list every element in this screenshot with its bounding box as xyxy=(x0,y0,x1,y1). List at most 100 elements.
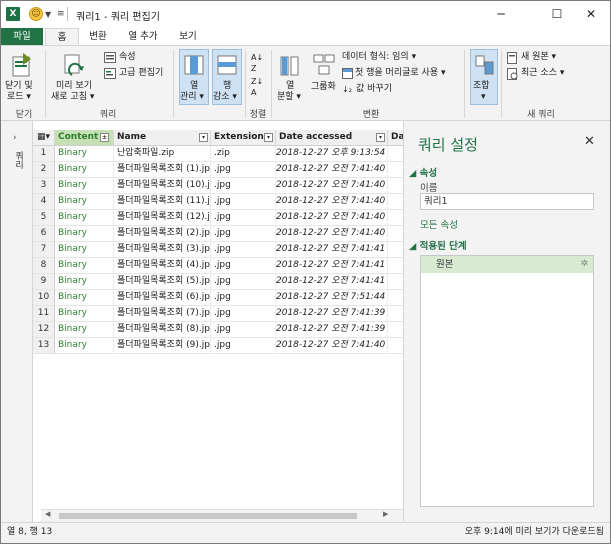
row-number[interactable]: 2 xyxy=(33,162,55,178)
row-number[interactable]: 11 xyxy=(33,306,55,322)
cell-name[interactable]: 폴더파일목록조회 (11).jpg xyxy=(114,194,211,210)
cell-truncated[interactable] xyxy=(388,338,403,354)
smile-feedback-icon[interactable]: ☺ xyxy=(29,7,43,21)
cell-content[interactable]: Binary xyxy=(55,178,114,194)
cell-content[interactable]: Binary xyxy=(55,226,114,242)
expand-column-icon[interactable]: ± xyxy=(100,133,109,142)
cell-truncated[interactable] xyxy=(388,306,403,322)
customize-toolbar-icon[interactable]: ≡ xyxy=(57,9,65,19)
cell-content[interactable]: Binary xyxy=(55,338,114,354)
cell-extension[interactable]: .jpg xyxy=(211,258,276,274)
cell-content[interactable]: Binary xyxy=(55,274,114,290)
cell-truncated[interactable] xyxy=(388,210,403,226)
cell-extension[interactable]: .jpg xyxy=(211,210,276,226)
row-number[interactable]: 10 xyxy=(33,290,55,306)
scroll-right-icon[interactable]: ▶ xyxy=(383,510,388,518)
cell-extension[interactable]: .jpg xyxy=(211,322,276,338)
cell-truncated[interactable] xyxy=(388,146,403,162)
cell-date-accessed[interactable]: 2018-12-27 오전 7:41:41 xyxy=(276,242,388,258)
all-properties-link[interactable]: 모든 속성 xyxy=(420,217,458,231)
cell-date-accessed[interactable]: 2018-12-27 오전 7:41:39 xyxy=(276,306,388,322)
applied-steps-header[interactable]: ◢ 적용된 단계 xyxy=(409,238,467,252)
filter-dropdown-icon[interactable]: ▾ xyxy=(199,133,208,142)
cell-truncated[interactable] xyxy=(388,274,403,290)
cell-extension[interactable]: .jpg xyxy=(211,226,276,242)
cell-name[interactable]: 난압축파일.zip xyxy=(114,146,211,162)
cell-date-accessed[interactable]: 2018-12-27 오전 7:41:40 xyxy=(276,162,388,178)
cell-name[interactable]: 폴더파일목록조회 (10).jpg xyxy=(114,178,211,194)
cell-date-accessed[interactable]: 2018-12-27 오전 7:41:40 xyxy=(276,338,388,354)
cell-extension[interactable]: .jpg xyxy=(211,274,276,290)
filter-dropdown-icon[interactable]: ▾ xyxy=(376,133,385,142)
scroll-left-icon[interactable]: ◀ xyxy=(45,510,50,518)
row-number[interactable]: 7 xyxy=(33,242,55,258)
cell-truncated[interactable] xyxy=(388,322,403,338)
tab-home[interactable]: 홈 xyxy=(45,28,79,45)
cell-truncated[interactable] xyxy=(388,194,403,210)
cell-extension[interactable]: .jpg xyxy=(211,194,276,210)
cell-truncated[interactable] xyxy=(388,290,403,306)
reduce-rows-button[interactable]: 행 감소 ▾ xyxy=(212,49,242,105)
cell-name[interactable]: 폴더파일목록조회 (9).jpg xyxy=(114,338,211,354)
cell-name[interactable]: 폴더파일목록조회 (1).jpg xyxy=(114,162,211,178)
cell-date-accessed[interactable]: 2018-12-27 오후 9:13:54 xyxy=(276,146,388,162)
column-header-date-truncated[interactable]: Da xyxy=(388,130,403,146)
cell-name[interactable]: 폴더파일목록조회 (12).jpg xyxy=(114,210,211,226)
row-number[interactable]: 12 xyxy=(33,322,55,338)
cell-content[interactable]: Binary xyxy=(55,194,114,210)
filter-dropdown-icon[interactable]: ▾ xyxy=(264,133,273,142)
horizontal-scrollbar[interactable]: ◀ ▶ xyxy=(41,509,403,522)
tab-add-column[interactable]: 열 추가 xyxy=(121,28,165,45)
cell-truncated[interactable] xyxy=(388,226,403,242)
cell-content[interactable]: Binary xyxy=(55,210,114,226)
cell-extension[interactable]: .jpg xyxy=(211,306,276,322)
cell-extension[interactable]: .jpg xyxy=(211,242,276,258)
cell-truncated[interactable] xyxy=(388,242,403,258)
tab-transform[interactable]: 변환 xyxy=(81,28,115,45)
row-number[interactable]: 3 xyxy=(33,178,55,194)
column-header-date-accessed[interactable]: Date accessed ▾ xyxy=(276,130,388,146)
row-number[interactable]: 4 xyxy=(33,194,55,210)
gear-icon[interactable]: ✲ xyxy=(580,256,588,273)
cell-name[interactable]: 폴더파일목록조회 (4).jpg xyxy=(114,258,211,274)
cell-name[interactable]: 폴더파일목록조회 (8).jpg xyxy=(114,322,211,338)
minimize-button[interactable]: ─ xyxy=(481,1,521,28)
cell-date-accessed[interactable]: 2018-12-27 오전 7:41:40 xyxy=(276,210,388,226)
query-name-field[interactable]: 쿼리1 xyxy=(420,193,594,210)
cell-truncated[interactable] xyxy=(388,162,403,178)
row-number[interactable]: 1 xyxy=(33,146,55,162)
column-header-name[interactable]: Name ▾ xyxy=(114,130,211,146)
cell-date-accessed[interactable]: 2018-12-27 오전 7:41:40 xyxy=(276,178,388,194)
cell-name[interactable]: 폴더파일목록조회 (7).jpg xyxy=(114,306,211,322)
cell-content[interactable]: Binary xyxy=(55,290,114,306)
cell-date-accessed[interactable]: 2018-12-27 오전 7:41:39 xyxy=(276,322,388,338)
cell-extension[interactable]: .jpg xyxy=(211,162,276,178)
row-number[interactable]: 5 xyxy=(33,210,55,226)
table-menu-icon[interactable]: ▦▾ xyxy=(33,130,55,146)
cell-content[interactable]: Binary xyxy=(55,322,114,338)
row-number[interactable]: 9 xyxy=(33,274,55,290)
cell-content[interactable]: Binary xyxy=(55,162,114,178)
cell-name[interactable]: 폴더파일목록조회 (6).jpg xyxy=(114,290,211,306)
manage-columns-button[interactable]: 열 관리 ▾ xyxy=(179,49,209,105)
tab-view[interactable]: 보기 xyxy=(171,28,205,45)
row-number[interactable]: 6 xyxy=(33,226,55,242)
expand-chevron-icon[interactable]: › xyxy=(13,133,17,143)
cell-truncated[interactable] xyxy=(388,178,403,194)
chevron-down-icon[interactable]: ▼ xyxy=(45,10,51,19)
data-grid[interactable]: ▦▾ Content ± Name ▾ Extension ▾ Date acc… xyxy=(33,130,403,509)
properties-section-header[interactable]: ◢ 속성 xyxy=(409,165,437,179)
cell-date-accessed[interactable]: 2018-12-27 오전 7:41:41 xyxy=(276,258,388,274)
scrollbar-thumb[interactable] xyxy=(59,513,357,519)
column-header-content[interactable]: Content ± xyxy=(55,130,114,146)
cell-content[interactable]: Binary xyxy=(55,146,114,162)
cell-truncated[interactable] xyxy=(388,258,403,274)
close-pane-button[interactable]: ✕ xyxy=(584,134,595,149)
tab-file[interactable]: 파일 xyxy=(1,28,43,45)
cell-date-accessed[interactable]: 2018-12-27 오전 7:41:40 xyxy=(276,194,388,210)
cell-extension[interactable]: .jpg xyxy=(211,338,276,354)
cell-name[interactable]: 폴더파일목록조회 (5).jpg xyxy=(114,274,211,290)
cell-date-accessed[interactable]: 2018-12-27 오전 7:41:41 xyxy=(276,274,388,290)
cell-content[interactable]: Binary xyxy=(55,306,114,322)
cell-content[interactable]: Binary xyxy=(55,258,114,274)
